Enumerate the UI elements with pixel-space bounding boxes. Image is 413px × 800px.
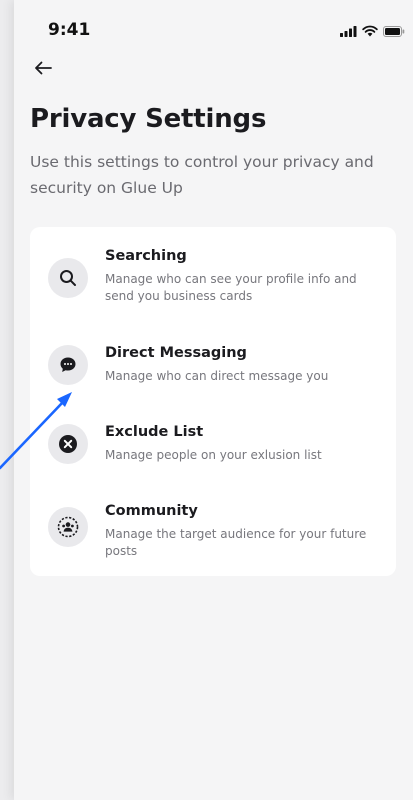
setting-title: Exclude List	[105, 424, 204, 440]
search-icon	[48, 258, 88, 298]
page-title: Privacy Settings	[30, 104, 267, 134]
community-icon	[48, 507, 88, 547]
setting-item-community[interactable]: Community Manage the target audience for…	[30, 503, 396, 563]
settings-card: Searching Manage who can see your profil…	[30, 227, 396, 576]
back-button[interactable]	[30, 57, 56, 79]
close-circle-icon	[48, 424, 88, 464]
wifi-icon	[362, 25, 378, 37]
setting-description: Manage who can see your profile info and…	[105, 272, 357, 303]
phone-screen: 9:41 Privacy Settings Use this settings …	[14, 0, 413, 800]
chat-bubble-icon	[48, 345, 88, 385]
setting-title: Direct Messaging	[105, 345, 247, 361]
setting-item-searching[interactable]: Searching Manage who can see your profil…	[30, 248, 396, 308]
setting-title: Searching	[105, 248, 187, 264]
status-bar: 9:41	[14, 0, 413, 60]
status-time: 9:41	[48, 20, 91, 40]
arrow-left-icon	[35, 61, 52, 75]
battery-icon	[383, 26, 405, 37]
setting-item-direct-messaging[interactable]: Direct Messaging Manage who can direct m…	[30, 345, 396, 390]
signal-icon	[340, 26, 357, 37]
setting-description: Manage people on your exlusion list	[105, 448, 322, 462]
setting-description: Manage who can direct message you	[105, 369, 329, 383]
setting-description: Manage the target audience for your futu…	[105, 527, 367, 558]
setting-title: Community	[105, 503, 198, 519]
setting-item-exclude-list[interactable]: Exclude List Manage people on your exlus…	[30, 424, 396, 469]
status-icons	[340, 25, 405, 37]
page-subtitle: Use this settings to control your privac…	[30, 153, 374, 197]
